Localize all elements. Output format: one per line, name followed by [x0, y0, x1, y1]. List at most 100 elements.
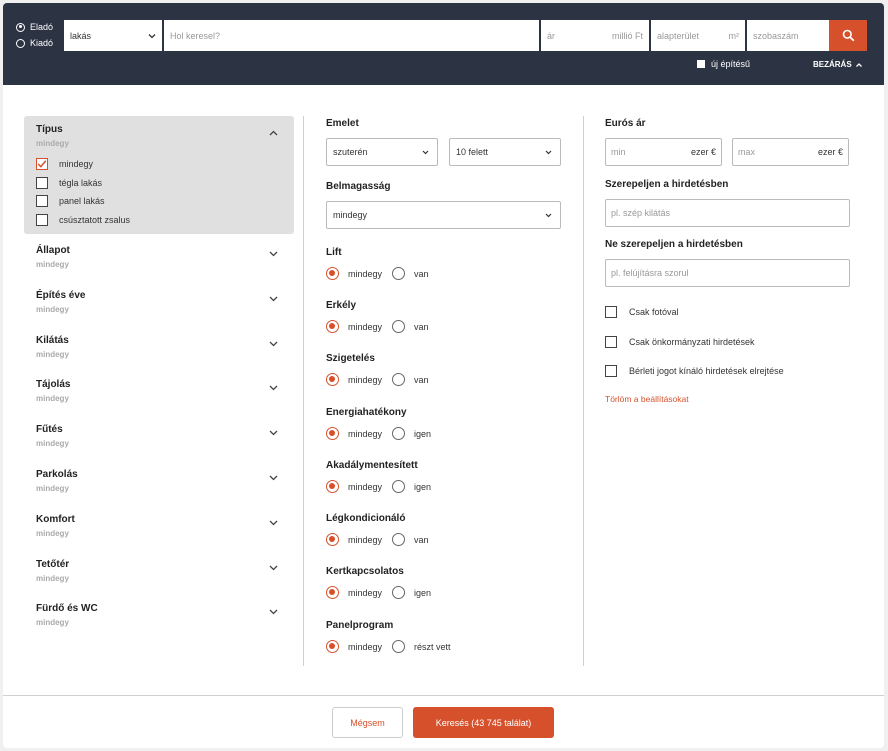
chevron-down-icon	[269, 296, 278, 302]
euro-price-group: Eurós ár min ezer € max ezer €	[605, 118, 849, 166]
radio-unselected-icon[interactable]	[392, 533, 405, 546]
radio-selected-icon[interactable]	[326, 373, 339, 386]
checkbox-icon	[605, 336, 617, 348]
checkbox-icon	[697, 60, 705, 68]
ceiling-group: Belmagasság mindegy	[326, 181, 561, 229]
accordion-section-tipus[interactable]: Típus mindegy mindegy tégla lakás panel …	[24, 116, 294, 234]
municipal-only-checkbox[interactable]: Csak önkormányzati hirdetések	[605, 336, 755, 348]
category-accordion: Típus mindegy mindegy tégla lakás panel …	[24, 116, 294, 640]
accordion-section-furdo-wc[interactable]: Fürdő és WC mindegy	[24, 595, 294, 640]
floor-to-select[interactable]: 10 felett	[449, 138, 561, 166]
radio-selected-icon[interactable]	[326, 427, 339, 440]
footer-divider	[3, 695, 884, 696]
radio-group-lift: Lift mindegy van	[326, 247, 429, 280]
section-value: mindegy	[36, 139, 69, 148]
radio-group-legkondi: Légkondicionáló mindegy van	[326, 513, 429, 546]
radio-group-kertkapcsolatos: Kertkapcsolatos mindegy igen	[326, 566, 432, 599]
radio-selected-icon[interactable]	[326, 480, 339, 493]
hide-tenancy-checkbox[interactable]: Bérleti jogot kínáló hirdetések elrejtés…	[605, 365, 784, 377]
close-filters-link[interactable]: BEZÁRÁS	[813, 60, 863, 69]
chevron-down-icon	[269, 475, 278, 481]
listing-type-rent[interactable]: Kiadó	[16, 35, 53, 51]
accordion-section-kilatas[interactable]: Kilátás mindegy	[24, 327, 294, 372]
radio-unselected-icon[interactable]	[392, 373, 405, 386]
include-group: Szerepeljen a hirdetésben pl. szép kilát…	[605, 179, 850, 227]
radio-unselected-icon[interactable]	[392, 640, 405, 653]
accordion-section-tajolas[interactable]: Tájolás mindegy	[24, 371, 294, 416]
radio-selected-icon[interactable]	[326, 320, 339, 333]
filter-modal: Eladó Kiadó lakás Hol keresel? ár millió…	[3, 3, 884, 748]
accordion-section-epites-eve[interactable]: Építés éve mindegy	[24, 282, 294, 327]
chevron-down-icon	[545, 150, 552, 154]
listing-type-group: Eladó Kiadó	[16, 19, 53, 51]
radio-group-energiahatekony: Energiahatékony mindegy igen	[326, 407, 432, 440]
exclude-keywords-input[interactable]: pl. felújításra szorul	[605, 259, 850, 287]
radio-selected-icon[interactable]	[326, 267, 339, 280]
euro-max-input[interactable]: max ezer €	[732, 138, 849, 166]
chevron-up-icon[interactable]	[269, 130, 278, 136]
radio-group-panelprogram: Panelprogram mindegy részt vett	[326, 620, 451, 653]
area-input[interactable]: alapterület m²	[651, 20, 745, 51]
column-divider	[303, 116, 304, 666]
radio-unselected-icon[interactable]	[392, 586, 405, 599]
radio-unselected-icon[interactable]	[392, 320, 405, 333]
chevron-down-icon	[269, 341, 278, 347]
rooms-input[interactable]: szobaszám	[747, 20, 829, 51]
euro-min-input[interactable]: min ezer €	[605, 138, 722, 166]
page-backdrop: Eladó Kiadó lakás Hol keresel? ár millió…	[0, 0, 888, 751]
accordion-section-allapot[interactable]: Állapot mindegy	[24, 237, 294, 282]
radio-unselected-icon[interactable]	[392, 480, 405, 493]
section-title: Típus	[36, 124, 63, 135]
radio-selected-icon[interactable]	[326, 586, 339, 599]
radio-selected-icon	[16, 22, 25, 32]
new-build-checkbox[interactable]: új építésű	[697, 59, 750, 69]
checkbox-icon	[36, 195, 48, 208]
listing-type-sale[interactable]: Eladó	[16, 19, 53, 35]
accordion-section-futes[interactable]: Fűtés mindegy	[24, 416, 294, 461]
radio-selected-icon[interactable]	[326, 640, 339, 653]
reset-filters-link[interactable]: Törlöm a beállításokat	[605, 394, 689, 404]
type-options: mindegy tégla lakás panel lakás csúsztat…	[36, 155, 282, 229]
chevron-down-icon	[269, 430, 278, 436]
chevron-down-icon	[269, 385, 278, 391]
checkbox-icon	[605, 306, 617, 318]
checkbox-icon	[36, 176, 48, 189]
chevron-up-icon	[855, 62, 862, 67]
checkbox-icon	[605, 365, 617, 377]
floor-from-select[interactable]: szuterén	[326, 138, 438, 166]
radio-selected-icon[interactable]	[326, 533, 339, 546]
chevron-down-icon	[422, 150, 429, 154]
search-icon	[842, 29, 854, 42]
price-input[interactable]: ár millió Ft	[541, 20, 649, 51]
radio-unselected-icon[interactable]	[392, 267, 405, 280]
radio-unselected-icon	[16, 38, 25, 48]
radio-group-erkely: Erkély mindegy van	[326, 300, 429, 333]
checkbox-icon	[36, 213, 48, 226]
chevron-down-icon	[269, 251, 278, 257]
search-bar: Eladó Kiadó lakás Hol keresel? ár millió…	[3, 3, 884, 85]
search-results-button[interactable]: Keresés (43 745 találat)	[413, 707, 554, 738]
property-type-select[interactable]: lakás	[64, 20, 162, 51]
accordion-section-komfort[interactable]: Komfort mindegy	[24, 506, 294, 551]
floor-group: Emelet szuterén 10 felett	[326, 118, 566, 166]
photo-only-checkbox[interactable]: Csak fotóval	[605, 306, 679, 318]
include-keywords-input[interactable]: pl. szép kilátás	[605, 199, 850, 227]
type-option-panel[interactable]: panel lakás	[36, 192, 282, 211]
radio-group-akadalymentes: Akadálymentesített mindegy igen	[326, 460, 432, 493]
type-option-tegla[interactable]: tégla lakás	[36, 174, 282, 193]
checkbox-checked-icon	[36, 158, 48, 171]
cancel-button[interactable]: Mégsem	[332, 707, 403, 738]
accordion-section-parkolas[interactable]: Parkolás mindegy	[24, 461, 294, 506]
accordion-section-teteter[interactable]: Tetőtér mindegy	[24, 551, 294, 596]
radio-unselected-icon[interactable]	[392, 427, 405, 440]
exclude-group: Ne szerepeljen a hirdetésben pl. felújít…	[605, 239, 850, 287]
chevron-down-icon	[148, 33, 156, 38]
type-option-mindegy[interactable]: mindegy	[36, 155, 282, 174]
location-search-input[interactable]: Hol keresel?	[164, 20, 539, 51]
search-button[interactable]	[829, 20, 867, 51]
column-divider	[583, 116, 584, 666]
chevron-down-icon	[269, 520, 278, 526]
chevron-down-icon	[545, 213, 552, 217]
ceiling-height-select[interactable]: mindegy	[326, 201, 561, 229]
type-option-csusztatott[interactable]: csúsztatott zsalus	[36, 211, 282, 230]
